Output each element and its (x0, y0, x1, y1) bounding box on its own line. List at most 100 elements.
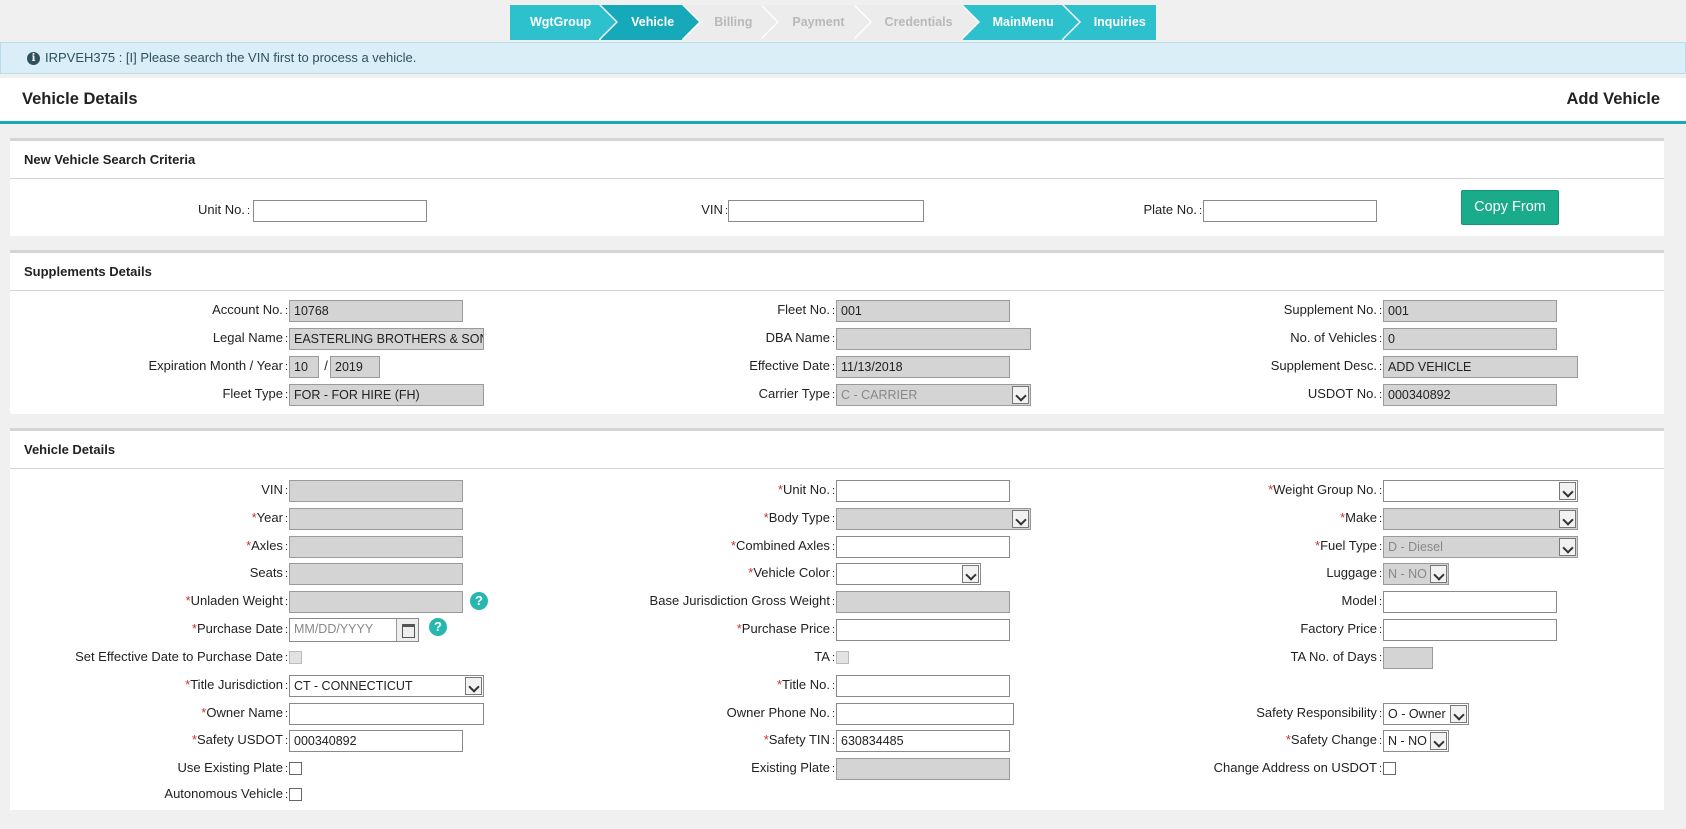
account-no-field: 10768 (289, 300, 463, 322)
supplement-no-label: Supplement No.: (1283, 302, 1382, 317)
use-existing-plate-checkbox[interactable] (289, 762, 302, 775)
make-label: *Make: (1340, 510, 1382, 525)
safety-change-select[interactable]: N - NO (1383, 730, 1449, 752)
unit-no-label: *Unit No.: (777, 482, 835, 497)
axles-field (289, 536, 463, 558)
search-vin-label: VIN: (701, 202, 728, 217)
autonomous-vehicle-label: Autonomous Vehicle: (164, 786, 288, 801)
carrier-type-label: Carrier Type: (758, 386, 835, 401)
expiration-label: Expiration Month / Year: (148, 358, 288, 373)
unit-no-input[interactable] (836, 480, 1010, 502)
model-input[interactable] (1383, 591, 1557, 613)
usdot-no-field: 000340892 (1383, 384, 1557, 406)
title-jurisdiction-label: *Title Jurisdiction: (185, 677, 288, 692)
ta-label: TA: (814, 649, 835, 664)
weight-group-label: *Weight Group No.: (1268, 482, 1382, 497)
fuel-type-label: *Fuel Type: (1315, 538, 1382, 553)
safety-change-label: *Safety Change: (1285, 732, 1382, 747)
safety-tin-label: *Safety TIN: (763, 732, 835, 747)
safety-usdot-input[interactable]: 000340892 (289, 730, 463, 752)
calendar-icon[interactable] (396, 619, 418, 641)
fleet-no-label: Fleet No.: (777, 302, 835, 317)
owner-phone-input[interactable] (836, 703, 1014, 725)
chevron-down-icon (1430, 732, 1447, 750)
factory-price-label: Factory Price: (1300, 621, 1382, 636)
chevron-down-icon (1559, 538, 1576, 556)
chevron-down-icon (1559, 510, 1576, 528)
expiration-month-field: 10 (289, 356, 319, 378)
fleet-type-field: FOR - FOR HIRE (FH) (289, 384, 484, 406)
ta-days-label: TA No. of Days: (1290, 649, 1382, 664)
vehicle-color-label: *Vehicle Color: (748, 565, 835, 580)
owner-name-label: *Owner Name: (201, 705, 288, 720)
seats-field (289, 563, 463, 585)
page-action-title: Add Vehicle (1566, 90, 1660, 108)
no-of-vehicles-field: 0 (1383, 328, 1557, 350)
change-address-label: Change Address on USDOT: (1213, 760, 1382, 775)
legal-name-label: Legal Name: (212, 330, 288, 345)
dba-name-field (836, 328, 1031, 350)
fleet-no-field: 001 (836, 300, 1010, 322)
wizard-steps: WgtGroup Vehicle Billing Payment Credent… (510, 5, 1158, 40)
copy-from-button[interactable]: Copy From (1461, 190, 1559, 225)
purchase-date-input[interactable]: MM/DD/YYYY (289, 618, 419, 642)
supplements-panel: Supplements Details Account No.: 10768 F… (10, 250, 1664, 414)
expiration-year-field: 2019 (330, 356, 380, 378)
weight-group-select[interactable] (1383, 480, 1578, 502)
account-no-label: Account No.: (212, 302, 288, 317)
dba-name-label: DBA Name: (765, 330, 835, 345)
purchase-price-input[interactable] (836, 619, 1010, 641)
autonomous-vehicle-checkbox[interactable] (289, 788, 302, 801)
vehicle-panel: Vehicle Details VIN: *Unit No.: *Weight … (10, 428, 1664, 810)
year-field (289, 508, 463, 530)
search-plate-label: Plate No.: (1143, 202, 1202, 217)
safety-tin-input[interactable]: 630834485 (836, 730, 1010, 752)
help-icon[interactable]: ? (429, 618, 447, 636)
search-unit-input[interactable] (253, 200, 427, 222)
search-panel: New Vehicle Search Criteria Unit No.: VI… (10, 138, 1664, 236)
vin-label: VIN: (261, 482, 288, 497)
model-label: Model: (1341, 593, 1382, 608)
base-jurisdiction-gross-weight-field (836, 591, 1010, 613)
supplements-panel-title: Supplements Details (10, 253, 1664, 291)
chevron-down-icon (962, 565, 979, 583)
combined-axles-input[interactable] (836, 536, 1010, 558)
safety-responsibility-select[interactable]: O - Owner (1383, 703, 1469, 725)
fuel-type-select: D - Diesel (1383, 536, 1578, 558)
owner-name-input[interactable] (289, 703, 484, 725)
factory-price-input[interactable] (1383, 619, 1557, 641)
luggage-label: Luggage: (1326, 565, 1382, 580)
use-existing-plate-label: Use Existing Plate: (177, 760, 288, 775)
seats-label: Seats: (249, 565, 288, 580)
vehicle-panel-title: Vehicle Details (10, 431, 1664, 469)
base-jurisdiction-gross-weight-label: Base Jurisdiction Gross Weight: (649, 593, 835, 608)
purchase-price-label: *Purchase Price: (736, 621, 835, 636)
set-effective-date-checkbox (289, 651, 302, 664)
search-plate-input[interactable] (1203, 200, 1377, 222)
unladen-weight-label: *Unladen Weight: (185, 593, 288, 608)
change-address-checkbox[interactable] (1383, 762, 1396, 775)
title-no-input[interactable] (836, 675, 1010, 697)
effective-date-label: Effective Date: (749, 358, 835, 373)
supplement-no-field: 001 (1383, 300, 1557, 322)
set-effective-date-label: Set Effective Date to Purchase Date: (75, 649, 288, 664)
effective-date-field: 11/13/2018 (836, 356, 1010, 378)
title-jurisdiction-select[interactable]: CT - CONNECTICUT (289, 675, 484, 697)
title-no-label: *Title No.: (776, 677, 835, 692)
page-title: Vehicle Details (22, 90, 138, 108)
supplement-desc-label: Supplement Desc.: (1270, 358, 1382, 373)
usdot-no-label: USDOT No.: (1307, 386, 1382, 401)
search-panel-title: New Vehicle Search Criteria (10, 141, 1664, 179)
luggage-select: N - NO (1383, 563, 1449, 585)
chevron-down-icon (1559, 482, 1576, 500)
step-wgtgroup[interactable]: WgtGroup (510, 5, 619, 40)
page-header: Vehicle Details Add Vehicle (0, 78, 1686, 124)
safety-usdot-label: *Safety USDOT: (191, 732, 288, 747)
safety-responsibility-label: Safety Responsibility: (1256, 705, 1382, 720)
info-icon: i (27, 52, 40, 65)
chevron-down-icon (1450, 705, 1467, 723)
info-alert: i IRPVEH375 : [I] Please search the VIN … (0, 42, 1686, 74)
vehicle-color-select[interactable] (836, 563, 981, 585)
help-icon[interactable]: ? (470, 592, 488, 610)
search-vin-input[interactable] (728, 200, 924, 222)
